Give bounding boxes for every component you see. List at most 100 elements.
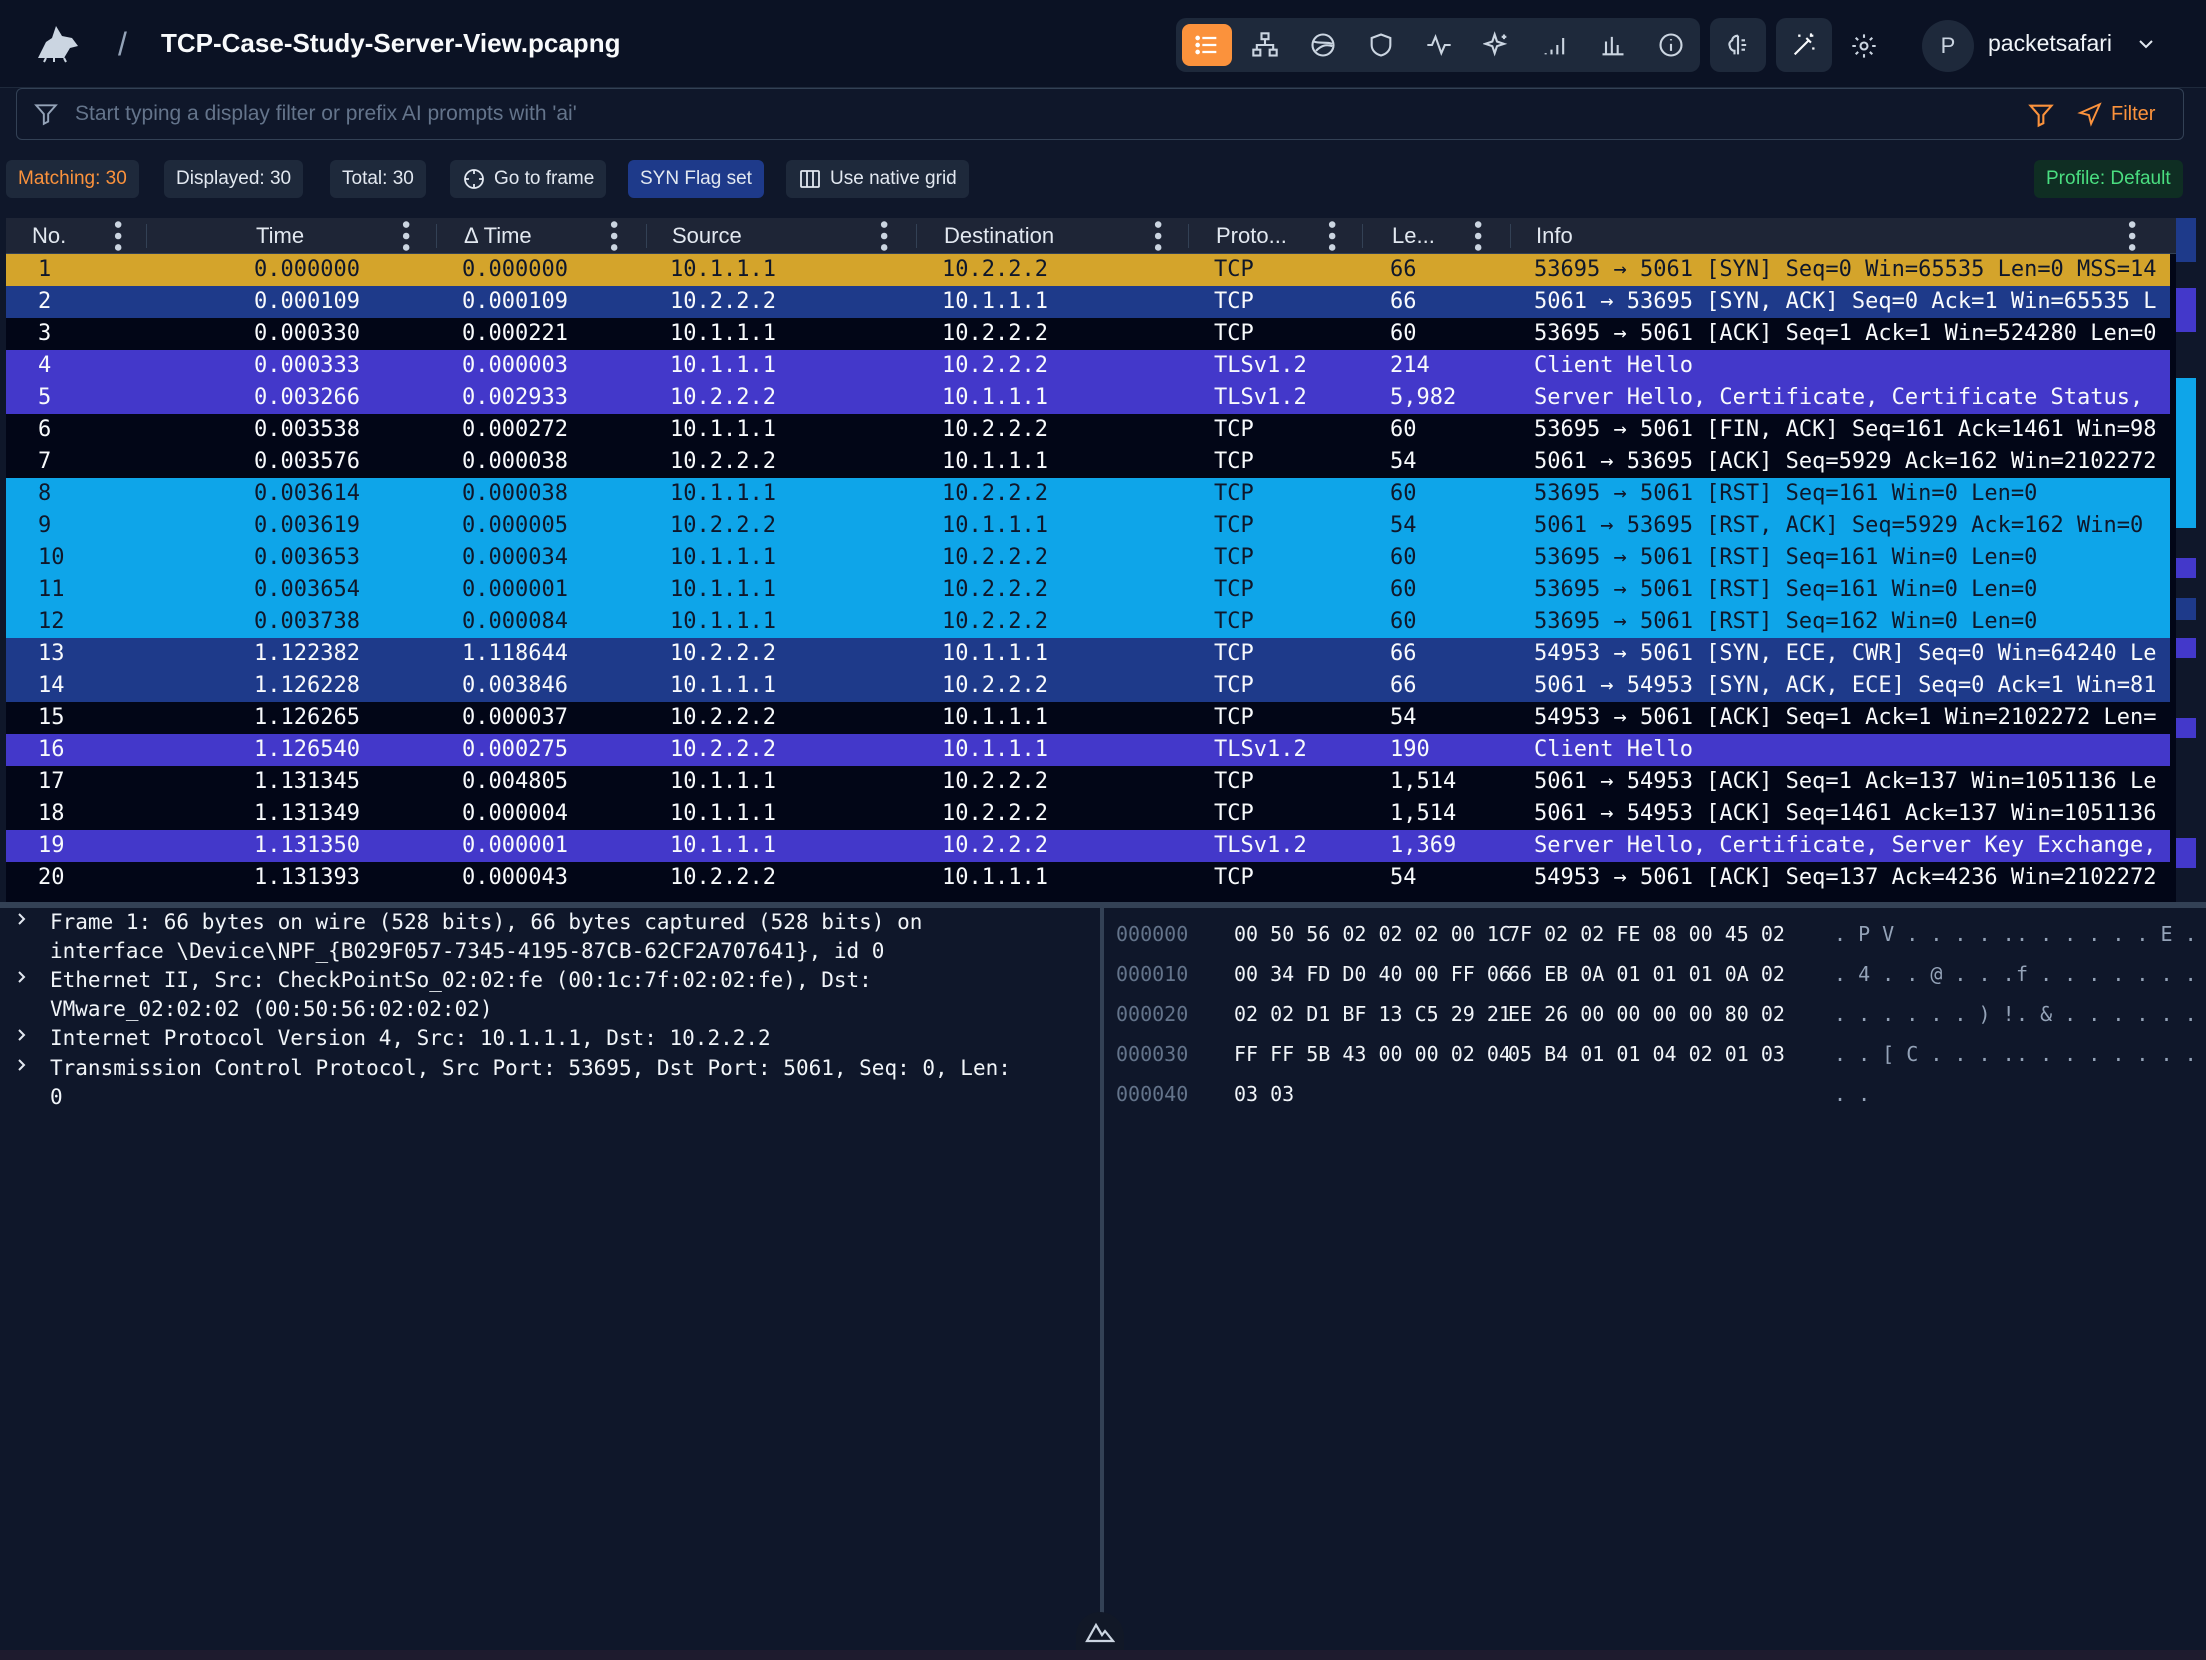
cell-delta-time: 0.000272 [462, 417, 568, 442]
column-header-source[interactable]: Source [672, 218, 742, 254]
hierarchy-icon[interactable] [1240, 24, 1290, 66]
minimap-viewport[interactable] [2176, 378, 2196, 528]
packet-row[interactable]: 11 0.003654 0.000001 10.1.1.1 10.2.2.2 TCP 60 5… [6, 574, 2170, 606]
display-filter-input[interactable] [75, 97, 1975, 131]
column-divider[interactable] [646, 224, 647, 248]
column-header-info[interactable]: Info [1536, 218, 1573, 254]
cell-time: 0.000000 [254, 257, 360, 282]
column-divider[interactable] [1362, 224, 1363, 248]
column-menu-icon[interactable] [2124, 218, 2140, 254]
minimap-segment [2176, 288, 2196, 332]
cell-delta-time: 0.000038 [462, 449, 568, 474]
funnel-icon[interactable] [2027, 101, 2055, 129]
chevron-right-icon[interactable] [14, 969, 30, 985]
packet-row[interactable]: 20 1.131393 0.000043 10.2.2.2 10.1.1.1 TCP 54 5… [6, 862, 2170, 894]
packet-row[interactable]: 10 0.003653 0.000034 10.1.1.1 10.2.2.2 TCP 60 5… [6, 542, 2170, 574]
cell-destination: 10.1.1.1 [942, 737, 1048, 762]
tree-item-label: Ethernet II, Src: CheckPointSo_02:02:fe … [50, 968, 872, 1021]
column-menu-icon[interactable] [398, 218, 414, 254]
packet-row[interactable]: 17 1.131345 0.004805 10.1.1.1 10.2.2.2 TCP 1,5… [6, 766, 2170, 798]
signal-bars-icon[interactable] [1530, 24, 1580, 66]
packet-row[interactable]: 2 0.000109 0.000109 10.2.2.2 10.1.1.1 TCP 66 50… [6, 286, 2170, 318]
column-menu-icon[interactable] [1470, 218, 1486, 254]
packet-row[interactable]: 5 0.003266 0.002933 10.2.2.2 10.1.1.1 TLSv1.2… [6, 382, 2170, 414]
column-divider[interactable] [916, 224, 917, 248]
column-header-protocol[interactable]: Proto... [1216, 218, 1287, 254]
packet-row[interactable]: 6 0.003538 0.000272 10.1.1.1 10.2.2.2 TCP 60 53… [6, 414, 2170, 446]
chevron-right-icon[interactable] [14, 1057, 30, 1073]
list-icon[interactable] [1182, 24, 1232, 66]
packet-row[interactable]: 19 1.131350 0.000001 10.1.1.1 10.2.2.2 TLSv1.… [6, 830, 2170, 862]
magic-wand-button[interactable] [1776, 18, 1832, 72]
native-grid-toggle[interactable]: Use native grid [786, 160, 969, 198]
go-to-frame-button[interactable]: Go to frame [450, 160, 607, 198]
column-header-no[interactable]: No. [32, 218, 66, 254]
activity-icon[interactable] [1414, 24, 1464, 66]
column-header-delta-time[interactable]: Δ Time [464, 218, 532, 254]
hex-ascii: . . [ C . . . . [1834, 1042, 2015, 1066]
column-divider[interactable] [1188, 224, 1189, 248]
packet-row[interactable]: 14 1.126228 0.003846 10.1.1.1 10.2.2.2 TCP 66 5… [6, 670, 2170, 702]
packet-row[interactable]: 16 1.126540 0.000275 10.2.2.2 10.1.1.1 TLSv1.… [6, 734, 2170, 766]
packet-row[interactable]: 8 0.003614 0.000038 10.1.1.1 10.2.2.2 TCP 60 53… [6, 478, 2170, 510]
apply-filter-button[interactable]: Filter [2077, 97, 2155, 131]
cell-delta-time: 0.000000 [462, 257, 568, 282]
packet-row[interactable]: 15 1.126265 0.000037 10.2.2.2 10.1.1.1 TCP 54 5… [6, 702, 2170, 734]
shark-logo-icon[interactable] [34, 22, 82, 64]
settings-button[interactable] [1842, 26, 1886, 66]
cell-length: 66 [1390, 289, 1417, 314]
globe-icon[interactable] [1298, 24, 1348, 66]
packet-row[interactable]: 7 0.003576 0.000038 10.2.2.2 10.1.1.1 TCP 54 50… [6, 446, 2170, 478]
column-header-length[interactable]: Le... [1392, 218, 1435, 254]
hex-offset: 000040 [1116, 1082, 1189, 1106]
cell-time: 1.131349 [254, 801, 360, 826]
bar-chart-icon[interactable] [1588, 24, 1638, 66]
column-menu-icon[interactable] [1324, 218, 1340, 254]
info-icon[interactable] [1646, 24, 1696, 66]
cell-no: 12 [38, 609, 65, 634]
cell-source: 10.1.1.1 [670, 545, 776, 570]
column-menu-icon[interactable] [606, 218, 622, 254]
total-count-label: Total: 30 [342, 168, 414, 189]
column-divider[interactable] [436, 224, 437, 248]
syn-flag-filter-button[interactable]: SYN Flag set [628, 160, 764, 198]
column-divider[interactable] [1510, 224, 1511, 248]
cell-info: 53695 → 5061 [RST] Seq=162 Win=0 Len=0 [1534, 609, 2038, 634]
avatar[interactable]: P [1922, 20, 1974, 72]
cell-destination: 10.2.2.2 [942, 545, 1048, 570]
chevron-right-icon[interactable] [14, 911, 30, 927]
cell-time: 1.126540 [254, 737, 360, 762]
cell-source: 10.1.1.1 [670, 321, 776, 346]
packet-row[interactable]: 12 0.003738 0.000084 10.1.1.1 10.2.2.2 TCP 60 5… [6, 606, 2170, 638]
packet-row[interactable]: 1 0.000000 0.000000 10.1.1.1 10.2.2.2 TCP 66 53… [6, 254, 2170, 286]
column-divider[interactable] [146, 224, 147, 248]
shield-icon[interactable] [1356, 24, 1406, 66]
packet-row[interactable]: 3 0.000330 0.000221 10.1.1.1 10.2.2.2 TCP 60 53… [6, 318, 2170, 350]
column-header-time[interactable]: Time [256, 218, 304, 254]
cell-destination: 10.2.2.2 [942, 417, 1048, 442]
packet-minimap[interactable] [2176, 218, 2196, 902]
chevron-right-icon[interactable] [14, 1027, 30, 1043]
sparkles-icon[interactable] [1472, 24, 1522, 66]
column-menu-icon[interactable] [876, 218, 892, 254]
cell-time: 1.131350 [254, 833, 360, 858]
cell-length: 60 [1390, 577, 1417, 602]
packet-row[interactable]: 13 1.122382 1.118644 10.2.2.2 10.1.1.1 TCP 66 5… [6, 638, 2170, 670]
username[interactable]: packetsafari [1988, 30, 2112, 57]
column-menu-icon[interactable] [110, 218, 126, 254]
chevron-down-icon[interactable] [2134, 32, 2158, 56]
packet-row[interactable]: 4 0.000333 0.000003 10.1.1.1 10.2.2.2 TLSv1.2… [6, 350, 2170, 382]
column-header-destination[interactable]: Destination [944, 218, 1054, 254]
minimap-segment [2176, 218, 2196, 262]
cell-time: 1.126265 [254, 705, 360, 730]
packet-row[interactable]: 18 1.131349 0.000004 10.1.1.1 10.2.2.2 TCP 1,5… [6, 798, 2170, 830]
cell-destination: 10.1.1.1 [942, 449, 1048, 474]
packet-row[interactable]: 9 0.003619 0.000005 10.2.2.2 10.1.1.1 TCP 54 50… [6, 510, 2170, 542]
ai-brain-button[interactable] [1710, 18, 1766, 72]
bottom-panel-toggle[interactable] [1076, 1612, 1124, 1652]
column-menu-icon[interactable] [1150, 218, 1166, 254]
profile-badge[interactable]: Profile: Default [2034, 160, 2183, 198]
cell-destination: 10.1.1.1 [942, 289, 1048, 314]
cell-info: 5061 → 53695 [SYN, ACK] Seq=0 Ack=1 Win=… [1534, 289, 2157, 314]
hex-ascii: . . . . . . E . [2016, 922, 2197, 946]
